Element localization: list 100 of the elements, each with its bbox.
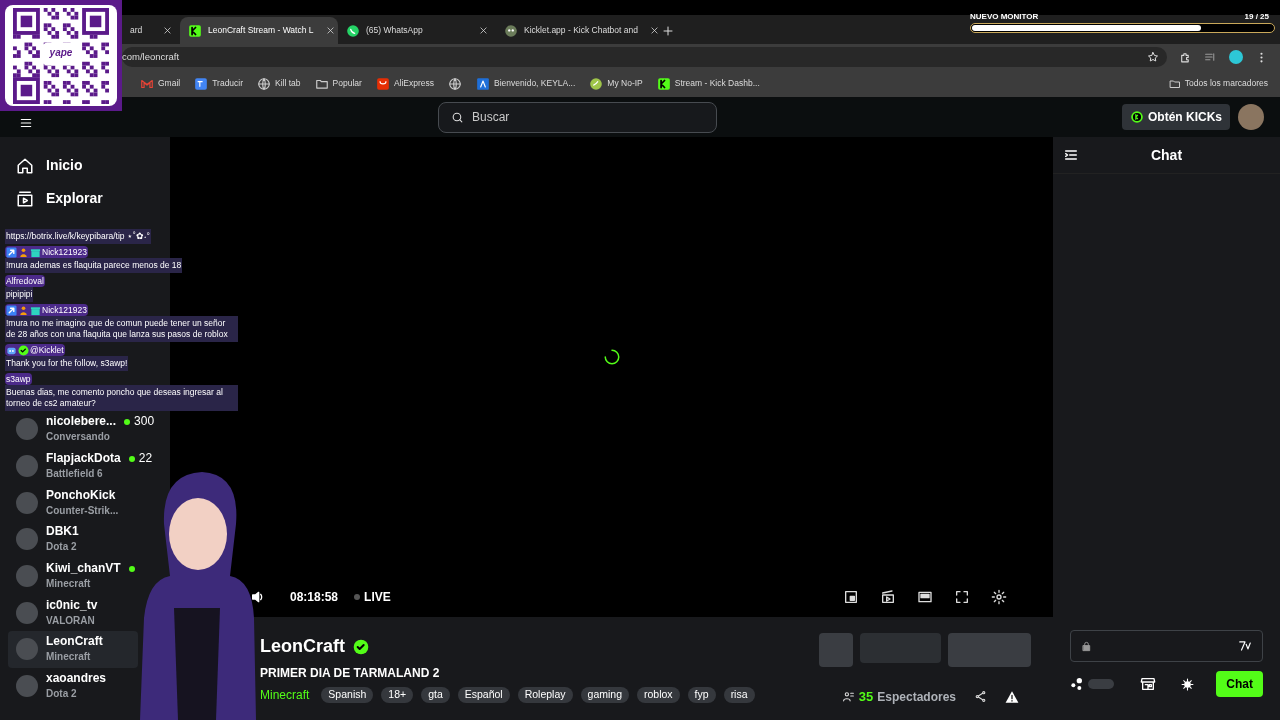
channel-avatar (16, 455, 38, 478)
viewers-label: Espectadores (877, 688, 956, 706)
settings-icon[interactable] (991, 589, 1007, 605)
channel-category: Counter-Strik... (46, 503, 119, 518)
tag-chip[interactable]: Roleplay (517, 687, 573, 703)
bookmark[interactable]: Popular (314, 76, 362, 91)
wide-mode-icon[interactable] (917, 589, 933, 605)
channel-item[interactable]: LeonCraft Minecraft (8, 631, 138, 668)
verified-icon (353, 638, 369, 655)
goal-title: NUEVO MONITOR (970, 11, 1039, 23)
channel-item[interactable]: DBK1 Dota 2 (8, 521, 87, 558)
channel-item[interactable]: ic0nic_tv VALORAN (8, 594, 106, 632)
mini-player-icon[interactable] (843, 589, 859, 605)
store-icon[interactable] (1139, 676, 1156, 692)
tag-chip[interactable]: roblox (637, 687, 680, 703)
warning-icon[interactable] (1005, 689, 1019, 704)
close-icon[interactable] (649, 26, 659, 35)
k-coin-icon (1130, 110, 1144, 124)
chat-username: Nick121923 (42, 246, 87, 258)
all-bookmarks[interactable]: Todos los marcadores (1168, 77, 1268, 90)
viewers-icon (841, 690, 855, 704)
chat-username: Alfredoval (6, 275, 44, 287)
theater-icon[interactable] (880, 589, 896, 605)
button-placeholder (819, 633, 853, 667)
channel-name: Kiwi_chanVT (46, 561, 121, 577)
category-link[interactable]: Minecraft (260, 686, 310, 704)
translate-icon (194, 76, 209, 91)
channel-item[interactable]: nicolebere... 300 Conversando (8, 411, 163, 448)
viewer-count: 300 (134, 414, 155, 430)
chat-input-field[interactable] (1070, 630, 1263, 662)
search-field[interactable]: Buscar (438, 101, 717, 133)
puzzle-icon[interactable] (1179, 50, 1192, 64)
share-icon[interactable] (974, 690, 987, 704)
loading-spinner-icon (602, 348, 621, 366)
close-icon[interactable] (479, 26, 488, 35)
globe-icon (257, 76, 272, 91)
viewer-count: 35 (858, 688, 874, 706)
tag-chip[interactable]: Spanish (321, 687, 374, 703)
browser-tab[interactable]: LeonCraft Stream - Watch L (180, 17, 338, 44)
gift-badge-icon (30, 304, 41, 316)
nav-link[interactable]: Inicio (16, 149, 154, 182)
fullscreen-icon[interactable] (954, 589, 970, 605)
bookmark[interactable] (448, 76, 463, 91)
channel-item[interactable]: FlapjackDota 22 Battlefield 6 (8, 447, 161, 485)
close-icon[interactable] (163, 26, 172, 35)
address-bar[interactable]: com/leoncraft (122, 47, 1167, 67)
bookmark[interactable]: Traducir (194, 76, 244, 91)
channel-name: xaoandres (46, 671, 107, 687)
collapse-chat-icon[interactable] (1063, 147, 1079, 163)
channel-item[interactable]: xaoandres Dota 2 (8, 667, 115, 705)
bookmark[interactable]: Bienvenido, KEYLA... (476, 76, 576, 91)
channel-category: Dota 2 (46, 540, 78, 555)
channel-category: Conversando (46, 430, 111, 445)
gift-badge-icon (30, 246, 41, 258)
video-list-icon (16, 189, 34, 208)
channel-category: VALORAN (46, 613, 96, 628)
tag-chip[interactable]: gta (421, 687, 450, 703)
qr-logo: yape (49, 46, 73, 60)
bookmark[interactable]: AliExpress (375, 76, 435, 91)
channel-avatar (16, 675, 38, 698)
bookmark[interactable]: My No-IP (589, 76, 643, 91)
tag-chip[interactable]: risa (723, 687, 755, 703)
bookmark[interactable]: Kill tab (257, 76, 301, 91)
get-kicks-button[interactable]: Obtén KICKs (1122, 104, 1230, 130)
emote-logo-icon[interactable] (1238, 639, 1252, 653)
channel-item[interactable]: PonchoKick Counter-Strik... (8, 484, 127, 522)
tag-chip[interactable]: gaming (580, 687, 629, 703)
user-avatar[interactable] (1238, 104, 1264, 130)
menu-icon[interactable] (19, 116, 33, 130)
chat-message: pipipipi (5, 287, 34, 302)
close-icon[interactable] (325, 26, 335, 35)
nav-link[interactable]: Explorar (16, 182, 154, 215)
chat-username: Nick121923 (42, 304, 87, 316)
channel-category: Minecraft (46, 577, 92, 592)
new-tab-icon[interactable] (662, 24, 674, 37)
tag-chip[interactable]: fyp (687, 687, 716, 703)
live-label: LIVE (364, 589, 391, 606)
star-icon[interactable] (1147, 51, 1159, 63)
viewer-count: 22 (138, 451, 153, 467)
toggle-switch[interactable] (1088, 679, 1114, 689)
profile-avatar[interactable] (1229, 50, 1243, 64)
channel-category: Battlefield 6 (46, 467, 104, 482)
tag-chip[interactable]: 18+ (381, 687, 414, 703)
bookmark[interactable]: Stream - Kick Dashb... (656, 76, 760, 91)
media-icon[interactable] (1204, 50, 1217, 64)
browser-tab[interactable]: Kicklet.app - Kick Chatbot and (496, 17, 654, 44)
channel-avatar (16, 418, 38, 441)
browser-tab[interactable]: ard (122, 17, 180, 44)
chat-message: Buenas dias, me comento poncho que deseas ingresar al torneo de cs2 amateur? (5, 385, 238, 411)
channel-item[interactable]: Kiwi_chanVT Minecraft (8, 557, 143, 595)
send-chat-button[interactable]: Chat (1216, 671, 1263, 697)
bookmark[interactable]: Gmail (140, 76, 181, 91)
chat-message: !mura no me imagino que de comun puede tener un señor de 28 años con una flaquita que lanza sus pasos de roblox (5, 316, 238, 342)
channel-name: nicolebere... (46, 414, 117, 430)
streamer-name[interactable]: LeonCraft (260, 633, 345, 660)
browser-tab[interactable]: (65) WhatsApp (338, 17, 496, 44)
channel-name: FlapjackDota (46, 451, 121, 467)
tag-chip[interactable]: Español (457, 687, 510, 703)
channel-name: ic0nic_tv (46, 597, 98, 613)
channel-category: Minecraft (46, 650, 92, 665)
